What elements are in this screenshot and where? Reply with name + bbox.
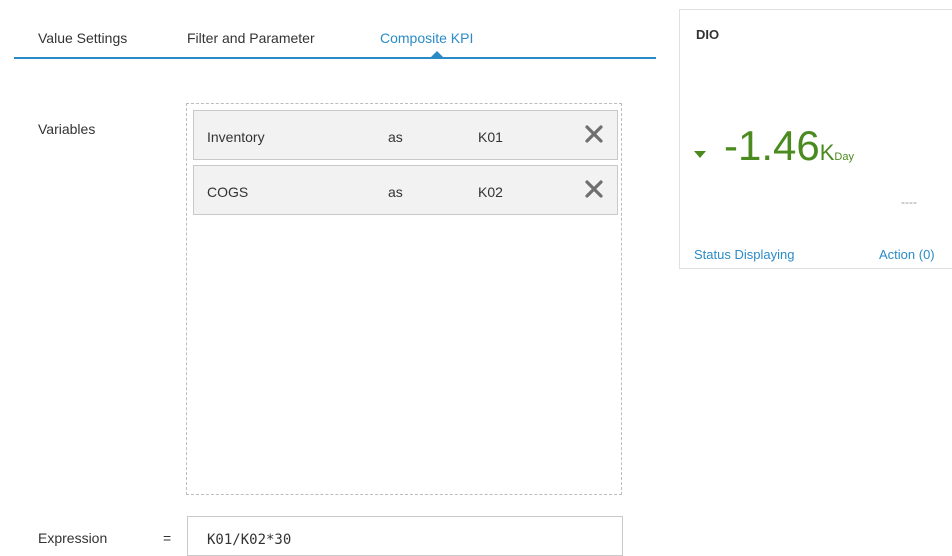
kpi-secondary-value: ---- xyxy=(901,195,917,209)
variable-name: Inventory xyxy=(207,129,265,145)
tab-value-settings[interactable]: Value Settings xyxy=(38,30,127,46)
triangle-down-icon xyxy=(694,151,706,158)
expression-input[interactable] xyxy=(187,516,623,556)
kpi-title: DIO xyxy=(696,27,720,42)
active-tab-indicator xyxy=(431,51,443,57)
status-displaying-link[interactable]: Status Displaying xyxy=(694,247,794,262)
kpi-preview-card: DIO -1.46KDay ---- Status Displaying Act… xyxy=(679,9,952,269)
variable-row[interactable]: COGS as K02 xyxy=(193,165,618,215)
variables-label: Variables xyxy=(38,121,96,137)
variables-drop-zone[interactable]: Inventory as K01 COGS as K02 xyxy=(186,103,622,495)
kpi-unit-scale: K xyxy=(819,140,835,165)
variable-as-label: as xyxy=(388,129,403,145)
expression-equals: = xyxy=(163,530,172,546)
tab-bar: Value Settings Filter and Parameter Comp… xyxy=(14,0,656,60)
variable-alias: K02 xyxy=(478,184,503,200)
variable-name: COGS xyxy=(207,184,249,200)
expression-label: Expression xyxy=(38,530,108,546)
variable-alias: K01 xyxy=(478,129,503,145)
close-icon[interactable] xyxy=(584,124,604,144)
kpi-unit: Day xyxy=(834,151,854,163)
variable-row[interactable]: Inventory as K01 xyxy=(193,110,618,160)
action-link[interactable]: Action (0) xyxy=(879,247,935,262)
variable-as-label: as xyxy=(388,184,403,200)
tab-underline xyxy=(14,57,656,59)
tab-composite-kpi[interactable]: Composite KPI xyxy=(380,30,473,46)
kpi-value-number: -1.46 xyxy=(724,122,820,169)
tab-filter-and-parameter[interactable]: Filter and Parameter xyxy=(187,30,315,46)
kpi-value: -1.46KDay xyxy=(724,122,854,170)
close-icon[interactable] xyxy=(584,179,604,199)
